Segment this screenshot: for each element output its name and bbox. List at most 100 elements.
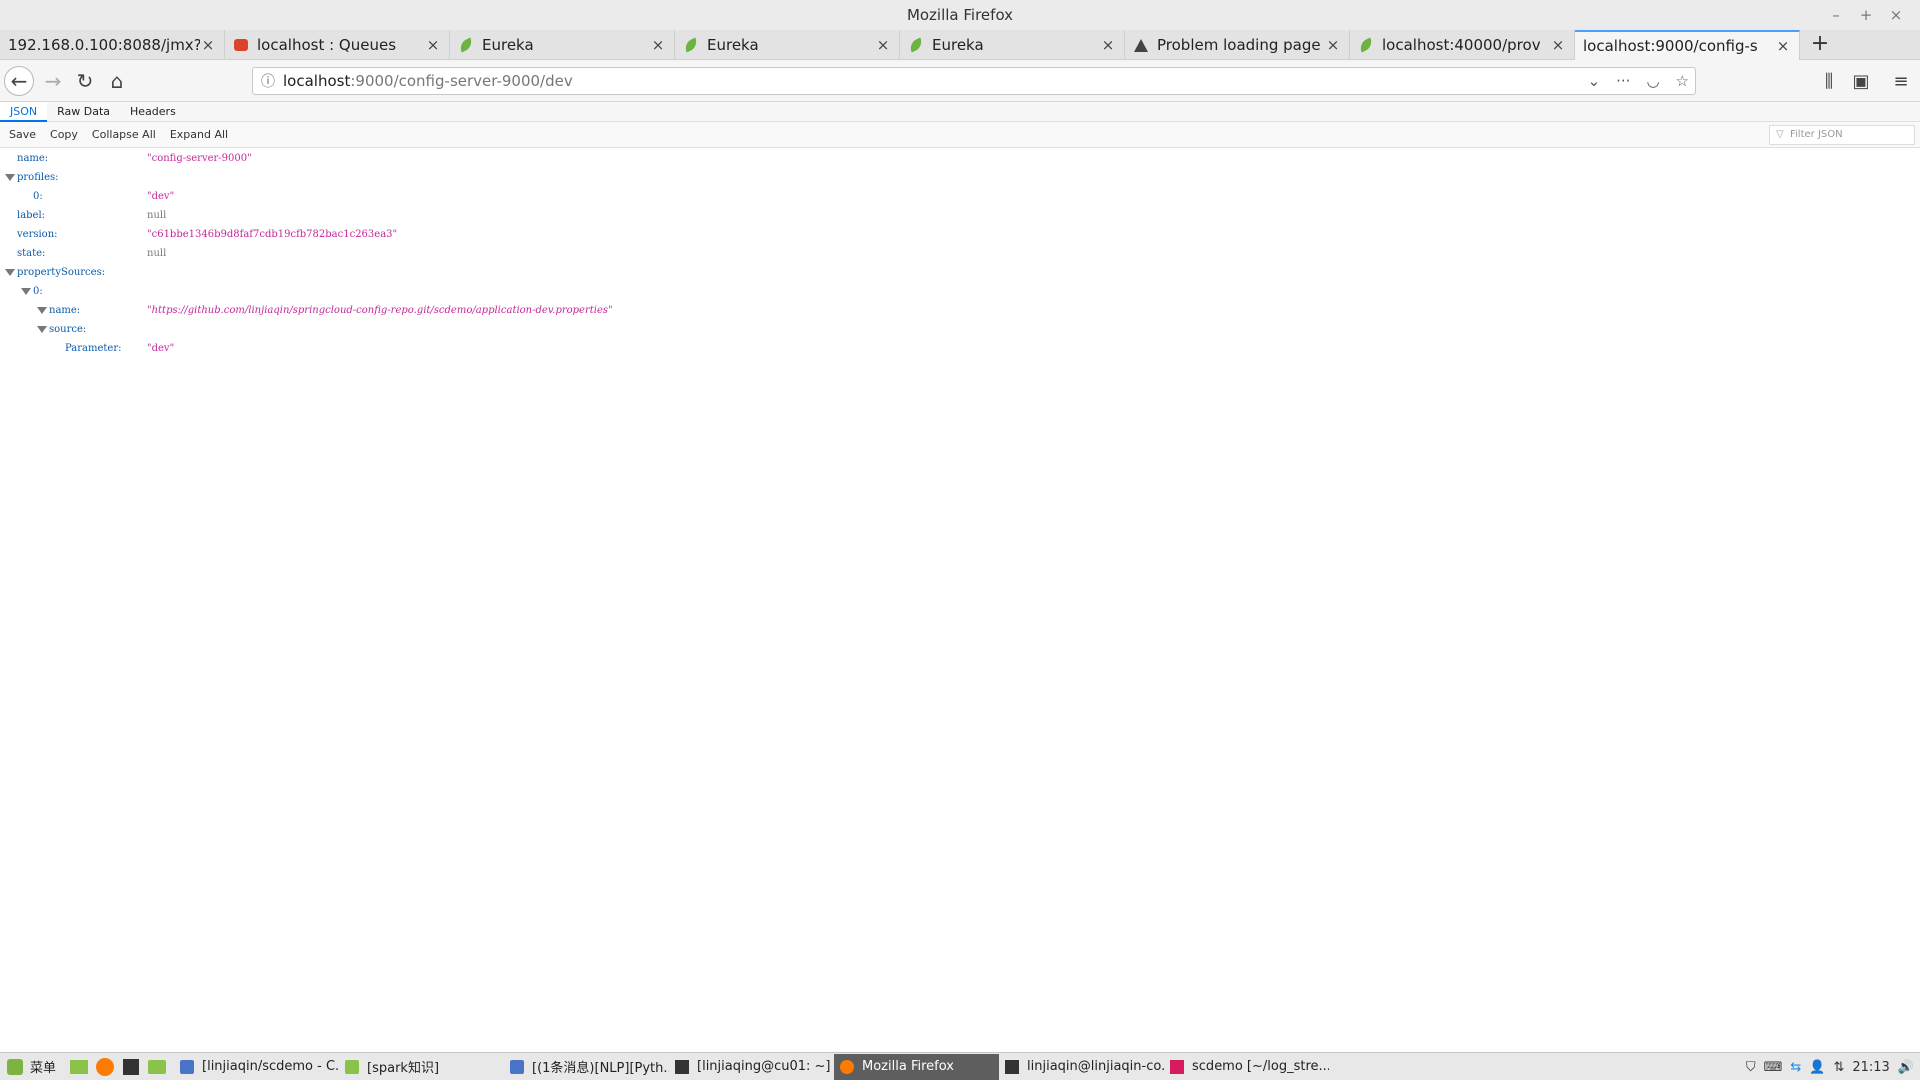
json-tree-row[interactable]: name: "config-server-9000" [0, 150, 1920, 168]
spring-leaf-icon [457, 37, 475, 53]
json-key: 0: [33, 191, 43, 202]
browser-tab[interactable]: localhost : Queues × [225, 30, 450, 60]
filter-json-input[interactable]: ▽ Filter JSON [1769, 125, 1915, 145]
terminal-icon [675, 1059, 690, 1074]
expand-toggle-icon[interactable] [5, 174, 15, 181]
taskbar-item[interactable]: linjiaqin@linjiaqin-co... [999, 1054, 1164, 1080]
collapse-all-button[interactable]: Collapse All [87, 126, 161, 143]
chevron-down-icon[interactable]: ⌄ [1588, 72, 1601, 90]
folder-icon [345, 1059, 360, 1074]
browser-tab[interactable]: 192.168.0.100:8088/jmx? × [0, 30, 225, 60]
desktop-icon[interactable] [68, 1056, 90, 1078]
json-key: 0: [33, 286, 43, 297]
tab-headers[interactable]: Headers [120, 102, 186, 122]
expand-toggle-icon[interactable] [37, 326, 47, 333]
json-value: "c61bbe1346b9d8faf7cdb19cfb782bac1c263ea… [147, 229, 398, 240]
json-tree-row[interactable]: Parameter: "dev" [0, 340, 1920, 358]
clock: 21:13 [1852, 1059, 1890, 1075]
tab-close-icon[interactable]: × [650, 36, 666, 54]
new-tab-button[interactable]: + [1800, 30, 1840, 60]
copy-button[interactable]: Copy [45, 126, 83, 143]
tab-close-icon[interactable]: × [875, 36, 891, 54]
terminal-icon[interactable] [120, 1056, 142, 1078]
tab-label: 192.168.0.100:8088/jmx? [8, 36, 200, 54]
folder-icon[interactable] [146, 1056, 168, 1078]
json-tree-row[interactable]: name: "https://github.com/linjiaqin/sprin… [0, 302, 1920, 320]
spring-leaf-icon [907, 37, 925, 53]
save-button[interactable]: Save [4, 126, 41, 143]
reload-icon[interactable]: ↻ [70, 66, 100, 96]
taskbar-item[interactable]: [linjiaqin/scdemo - C... [174, 1054, 339, 1080]
taskbar-item-label: [(1条消息)[NLP][Pyth... [532, 1061, 670, 1076]
bookmark-star-icon[interactable]: ☆ [1676, 72, 1689, 90]
tab-json[interactable]: JSON [0, 102, 48, 122]
sidebar-icon[interactable]: ▣ [1846, 66, 1876, 96]
browser-tab[interactable]: Eureka × [900, 30, 1125, 60]
expand-toggle-icon[interactable] [5, 269, 15, 276]
browser-tab[interactable]: Eureka × [450, 30, 675, 60]
json-value[interactable]: "https://github.com/linjiaqin/springclou… [147, 302, 613, 320]
taskbar-item[interactable]: [linjiaqing@cu01: ~] [669, 1054, 834, 1080]
json-key: source: [49, 324, 87, 335]
hamburger-menu-icon[interactable]: ≡ [1886, 66, 1916, 96]
url-text[interactable]: localhost:9000/config-server-9000/dev [283, 72, 573, 90]
forward-icon[interactable]: → [38, 66, 68, 96]
url-bar[interactable]: ⓘ localhost:9000/config-server-9000/dev … [252, 67, 1696, 95]
tab-raw-data[interactable]: Raw Data [47, 102, 120, 122]
tab-close-icon[interactable]: × [425, 36, 441, 54]
browser-tab-active[interactable]: localhost:9000/config-s × [1575, 30, 1800, 60]
tab-close-icon[interactable]: × [1775, 37, 1791, 55]
firefox-icon[interactable] [94, 1056, 116, 1078]
tab-label: localhost:40000/prov [1382, 36, 1541, 54]
tab-label: Eureka [707, 36, 759, 54]
library-icon[interactable]: ⫼ [1814, 66, 1844, 96]
taskbar-item-label: [linjiaqing@cu01: ~] [697, 1059, 831, 1074]
taskbar-item-active[interactable]: Mozilla Firefox [834, 1053, 1000, 1080]
json-tree-row[interactable]: source: [0, 321, 1920, 339]
browser-tab[interactable]: Eureka × [675, 30, 900, 60]
browser-tab[interactable]: Problem loading page × [1125, 30, 1350, 60]
menu-icon[interactable] [4, 1056, 26, 1078]
maximize-icon[interactable]: + [1858, 7, 1874, 23]
browser-tab[interactable]: localhost:40000/prov × [1350, 30, 1575, 60]
menu-label[interactable]: 菜单 [30, 1057, 56, 1076]
navigation-toolbar: ← → ↻ ⌂ ⓘ localhost:9000/config-server-9… [0, 60, 1920, 102]
taskbar-item[interactable]: scdemo [~/log_stre... [1164, 1054, 1329, 1080]
tab-label: localhost:9000/config-s [1583, 37, 1758, 55]
firefox-icon [840, 1059, 855, 1074]
expand-all-button[interactable]: Expand All [165, 126, 233, 143]
site-info-icon[interactable]: ⓘ [253, 71, 283, 91]
page-actions-icon[interactable]: ··· [1616, 72, 1630, 90]
json-tree-row[interactable]: state: null [0, 245, 1920, 263]
json-tree-row[interactable]: version: "c61bbe1346b9d8faf7cdb19cfb782ba… [0, 226, 1920, 244]
tab-close-icon[interactable]: × [1550, 36, 1566, 54]
back-icon[interactable]: ← [4, 66, 34, 96]
expand-toggle-icon[interactable] [37, 307, 47, 314]
minimize-icon[interactable]: – [1828, 7, 1844, 23]
json-tree-row[interactable]: label: null [0, 207, 1920, 225]
json-tree-row[interactable]: 0: [0, 283, 1920, 301]
tab-close-icon[interactable]: × [200, 36, 216, 54]
pocket-icon[interactable]: ◡ [1646, 72, 1659, 90]
json-tree-row[interactable]: propertySources: [0, 264, 1920, 282]
taskbar: 菜单 [linjiaqin/scdemo - C... [spark知识] [(… [0, 1052, 1920, 1080]
close-window-icon[interactable]: × [1888, 7, 1904, 23]
taskbar-item[interactable]: [spark知识] [339, 1054, 504, 1080]
tab-close-icon[interactable]: × [1325, 36, 1341, 54]
json-key: state: [17, 248, 46, 259]
volume-icon[interactable]: 🔊 [1898, 1060, 1914, 1075]
json-tree-row[interactable]: 0: "dev" [0, 188, 1920, 206]
shield-icon[interactable]: ⛉ [1746, 1060, 1756, 1075]
expand-toggle-icon[interactable] [21, 288, 31, 295]
json-tree-row[interactable]: profiles: [0, 169, 1920, 187]
teamviewer-icon[interactable]: ⇆ [1790, 1060, 1801, 1075]
tab-label: Eureka [482, 36, 534, 54]
tab-label: Problem loading page [1157, 36, 1321, 54]
home-icon[interactable]: ⌂ [102, 66, 132, 96]
tab-close-icon[interactable]: × [1100, 36, 1116, 54]
network-icon[interactable]: ⇅ [1833, 1060, 1844, 1075]
json-value: "dev" [147, 191, 175, 202]
keyboard-icon[interactable]: ⌨ [1764, 1060, 1783, 1075]
taskbar-item[interactable]: [(1条消息)[NLP][Pyth... [504, 1054, 669, 1080]
user-icon[interactable]: 👤 [1809, 1060, 1825, 1075]
